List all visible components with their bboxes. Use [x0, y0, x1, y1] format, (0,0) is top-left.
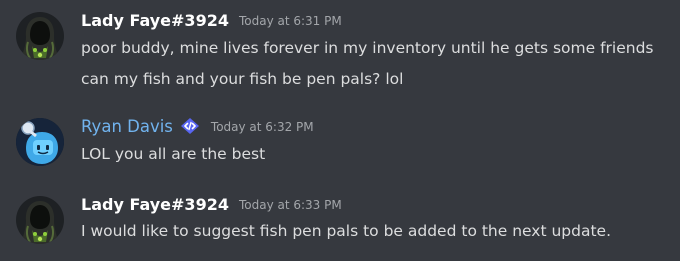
timestamp[interactable]: Today at 6:32 PM	[211, 120, 314, 134]
message-header: Lady Faye#3924 Today at 6:33 PM	[81, 193, 342, 215]
message-header: Lady Faye#3924 Today at 6:31 PM	[81, 9, 342, 31]
message-text: can my fish and your fish be pen pals? l…	[81, 70, 404, 88]
robot-face-avatar-icon[interactable]	[16, 118, 64, 166]
username[interactable]: Ryan Davis	[81, 117, 173, 136]
message-text: LOL you all are the best	[81, 145, 266, 163]
chat-message-list: Lady Faye#3924 Today at 6:31 PM poor bud…	[0, 0, 680, 261]
username[interactable]: Lady Faye#3924	[81, 11, 229, 30]
timestamp[interactable]: Today at 6:31 PM	[239, 14, 342, 28]
message-text: poor buddy, mine lives forever in my inv…	[81, 39, 654, 57]
developer-badge-icon[interactable]	[179, 117, 201, 135]
timestamp[interactable]: Today at 6:33 PM	[239, 198, 342, 212]
hooded-figure-avatar-icon[interactable]	[16, 12, 64, 60]
message-text: I would like to suggest fish pen pals to…	[81, 222, 612, 240]
hooded-figure-avatar-icon[interactable]	[16, 196, 64, 244]
username[interactable]: Lady Faye#3924	[81, 195, 229, 214]
message-header: Ryan Davis Today at 6:32 PM	[81, 115, 314, 137]
